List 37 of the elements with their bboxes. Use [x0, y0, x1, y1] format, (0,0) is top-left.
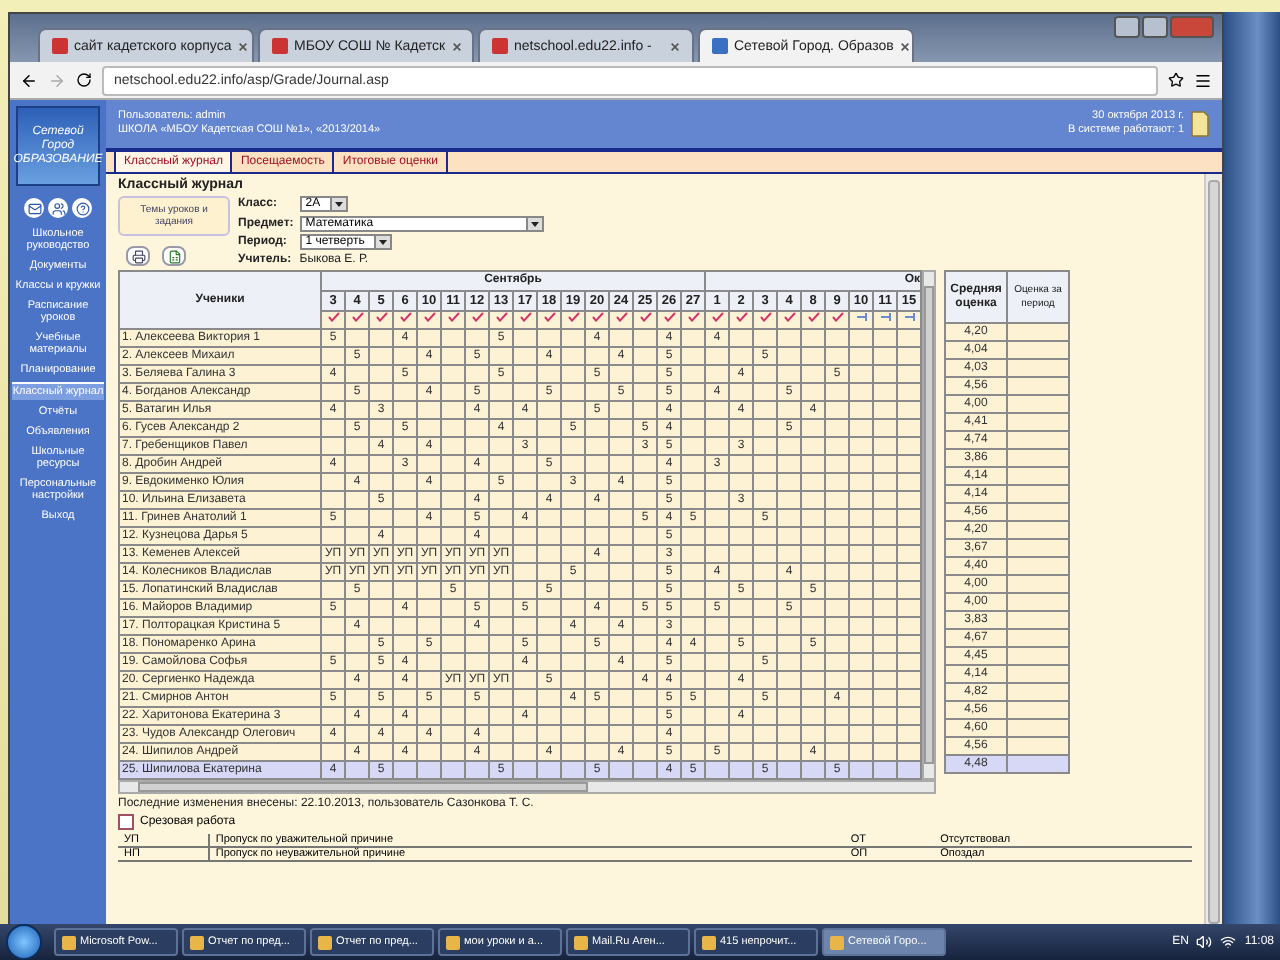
export-button[interactable]: [162, 246, 186, 266]
page-scrollbar[interactable]: [1204, 174, 1222, 924]
vertical-scrollbar[interactable]: [922, 270, 936, 780]
app-icon: [190, 935, 204, 949]
checkbox[interactable]: [118, 814, 134, 830]
app-icon: [446, 935, 460, 949]
horizontal-scrollbar[interactable]: [118, 780, 936, 794]
favicon-icon: [272, 38, 288, 54]
caret-icon: [373, 236, 390, 249]
caret-icon: [329, 198, 346, 211]
maximize-button[interactable]: [1142, 16, 1168, 38]
back-icon[interactable]: [20, 71, 38, 89]
start-button[interactable]: [6, 924, 42, 960]
reload-icon[interactable]: [76, 72, 92, 88]
close-icon[interactable]: [237, 41, 248, 51]
caret-icon: [525, 217, 542, 230]
mail-icon[interactable]: [24, 198, 44, 218]
minimize-button[interactable]: [1114, 16, 1140, 38]
network-icon[interactable]: [1220, 934, 1237, 950]
app-icon: [574, 935, 588, 949]
favicon-icon: [492, 38, 508, 54]
favicon-icon: [712, 38, 728, 54]
help-icon[interactable]: [72, 198, 92, 218]
favicon-icon: [52, 38, 68, 54]
bookmark-star-icon[interactable]: [1168, 72, 1184, 88]
app-icon: [702, 935, 716, 949]
app-icon: [318, 935, 332, 949]
close-icon[interactable]: [451, 41, 462, 51]
app-icon: [830, 935, 844, 949]
close-icon[interactable]: [670, 41, 680, 51]
document-icon: [1190, 110, 1210, 138]
menu-icon[interactable]: [1194, 71, 1212, 89]
print-button[interactable]: [126, 246, 150, 266]
speaker-icon[interactable]: [1196, 934, 1213, 950]
users-icon[interactable]: [48, 198, 68, 218]
close-icon[interactable]: [899, 41, 910, 51]
app-icon: [62, 935, 76, 949]
